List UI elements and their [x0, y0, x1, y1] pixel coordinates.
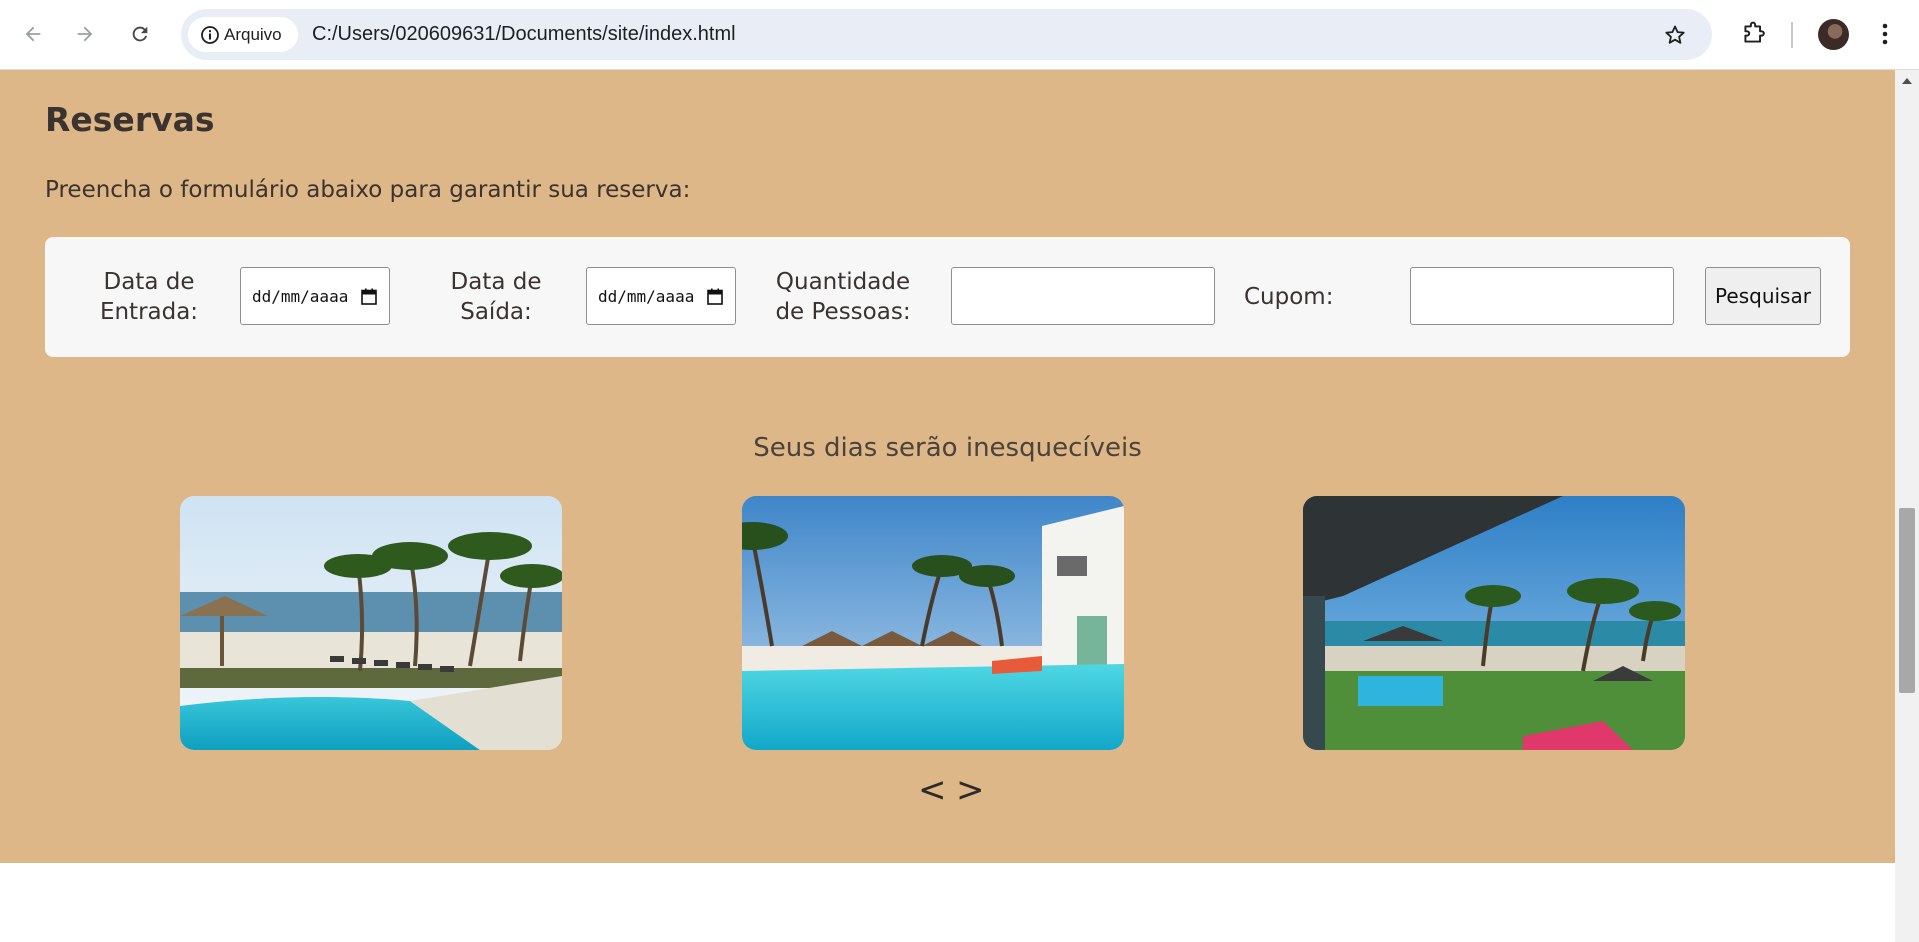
reload-icon: [132, 26, 148, 42]
extensions-button[interactable]: [1734, 15, 1772, 53]
reservation-form: Data de Entrada: dd/mm/aaaa Data de Saíd…: [45, 237, 1850, 357]
avatar[interactable]: [1818, 19, 1849, 50]
page-title: Reservas: [45, 100, 215, 139]
calendar-icon: [361, 288, 377, 305]
arrow-right-icon: [77, 26, 93, 42]
bookmark-button[interactable]: [1658, 18, 1692, 52]
gallery-photo-1: [180, 496, 562, 750]
coupon-input[interactable]: [1410, 267, 1674, 325]
gallery-photo-3: [1303, 496, 1685, 750]
browser-toolbar: Arquivo C:/Users/020609631/Documents/sit…: [0, 0, 1919, 70]
calendar-icon: [707, 288, 723, 305]
coupon-label: Cupom:: [1244, 284, 1334, 310]
forward-button[interactable]: [66, 15, 104, 53]
reload-button[interactable]: [121, 15, 159, 53]
puzzle-icon: [1744, 21, 1765, 43]
kebab-menu-icon: [1882, 23, 1888, 45]
checkin-date-placeholder: dd/mm/aaaa: [252, 286, 349, 306]
scrollbar-thumb[interactable]: [1899, 508, 1915, 693]
toolbar-divider: [1791, 22, 1793, 48]
info-icon: [201, 26, 219, 44]
form-instructions: Preencha o formulário abaixo para garant…: [45, 177, 691, 203]
page-scrollbar[interactable]: [1895, 70, 1919, 942]
star-icon: [1665, 25, 1685, 44]
gallery-photo-2: [742, 496, 1124, 750]
checkin-date-input[interactable]: dd/mm/aaaa: [240, 267, 390, 325]
menu-button[interactable]: [1870, 15, 1900, 53]
checkout-date-input[interactable]: dd/mm/aaaa: [586, 267, 736, 325]
gallery-prev-button[interactable]: <: [918, 770, 947, 810]
scroll-up-arrow-icon[interactable]: [1902, 78, 1912, 84]
reservas-section: Reservas Preencha o formulário abaixo pa…: [0, 70, 1895, 863]
address-bar[interactable]: Arquivo C:/Users/020609631/Documents/sit…: [181, 9, 1712, 60]
url-text[interactable]: C:/Users/020609631/Documents/site/index.…: [312, 23, 736, 46]
checkout-date-placeholder: dd/mm/aaaa: [598, 286, 695, 306]
back-button[interactable]: [14, 15, 52, 53]
checkin-label: Data de Entrada:: [99, 269, 199, 325]
search-button[interactable]: Pesquisar: [1705, 267, 1821, 325]
site-chip-label: Arquivo: [224, 25, 282, 44]
gallery-heading: Seus dias serão inesquecíveis: [753, 433, 1142, 463]
arrow-left-icon: [25, 26, 41, 42]
guests-label: Quantidade de Pessoas:: [775, 269, 911, 325]
page-viewport: Reservas Preencha o formulário abaixo pa…: [0, 70, 1895, 942]
gallery-next-button[interactable]: >: [956, 770, 985, 810]
checkout-label: Data de Saída:: [450, 269, 542, 325]
guests-input[interactable]: [951, 267, 1215, 325]
